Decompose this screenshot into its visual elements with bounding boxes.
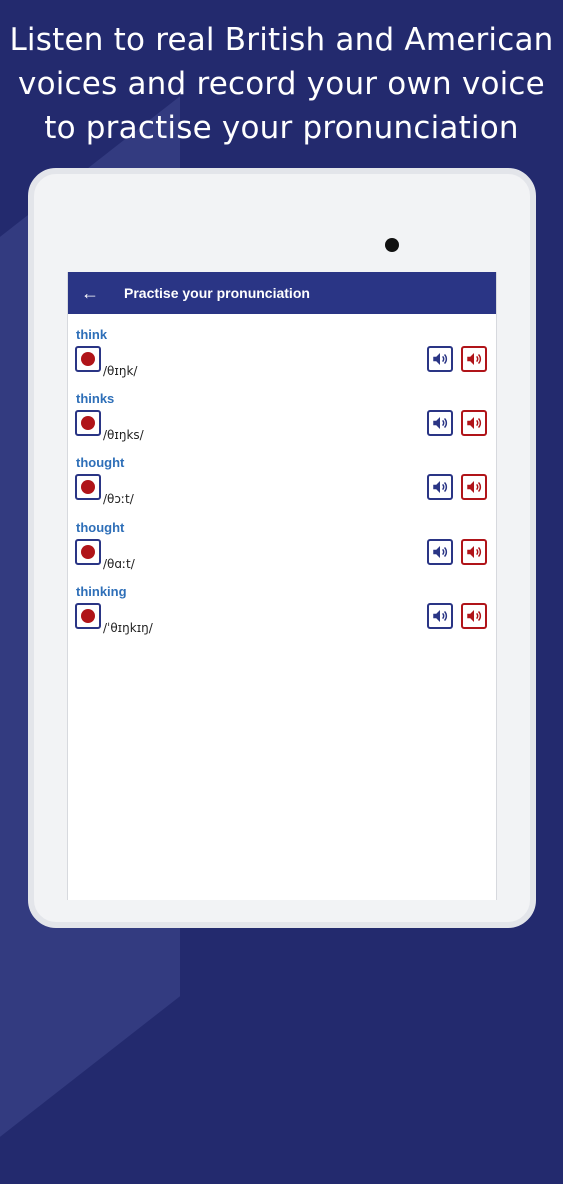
promo-headline: Listen to real British and American voic… [0,18,563,150]
phonetic-text: /θɑːt/ [103,556,135,571]
phonetic-text: /θɪŋks/ [103,428,144,443]
word-item: thought /θɔːt/ [68,450,496,514]
speaker-icon [467,353,482,365]
back-button[interactable]: ← [68,272,112,314]
american-audio-button[interactable] [461,602,487,629]
british-audio-button[interactable] [427,410,453,437]
word-item: thinks /θɪŋks/ [68,386,496,450]
speaker-icon [433,353,448,365]
speaker-icon [433,609,448,622]
record-button[interactable] [75,410,101,437]
american-audio-button[interactable] [461,474,487,501]
tablet-camera [385,238,399,252]
word-label[interactable]: thought [76,455,124,470]
british-audio-button[interactable] [427,346,453,372]
british-audio-button[interactable] [427,602,453,629]
app-bar: ← Practise your pronunciation [68,272,496,314]
british-audio-button[interactable] [427,538,453,565]
word-item: thought /θɑːt/ [68,515,496,579]
record-icon [81,480,95,495]
word-label[interactable]: thinking [76,584,127,599]
american-audio-button[interactable] [461,538,487,565]
word-label[interactable]: thinks [76,391,114,406]
record-icon [81,416,95,431]
headline-line-1: Listen to real British and American [9,22,554,58]
speaker-icon [467,609,482,622]
record-button[interactable] [75,538,101,565]
headline-line-3: to practise your pronunciation [44,110,519,146]
record-icon [81,608,95,623]
app-screen: ← Practise your pronunciation think /θɪŋ… [67,272,497,900]
word-item: thinking /ˈθɪŋkɪŋ/ [68,579,496,643]
headline-line-2: voices and record your own voice [18,66,545,102]
record-icon [81,544,95,559]
american-audio-button[interactable] [461,410,487,437]
arrow-left-icon: ← [81,282,99,303]
record-button[interactable] [75,602,101,629]
speaker-icon [467,417,482,430]
phonetic-text: /ˈθɪŋkɪŋ/ [103,620,153,635]
speaker-icon [433,417,448,430]
phonetic-text: /θɪŋk/ [103,364,138,378]
british-audio-button[interactable] [427,474,453,501]
speaker-icon [433,481,448,494]
phonetic-text: /θɔːt/ [103,492,134,507]
word-item: think /θɪŋk/ [68,322,496,386]
speaker-icon [433,545,448,558]
american-audio-button[interactable] [461,346,487,372]
speaker-icon [467,545,482,558]
record-button[interactable] [75,474,101,501]
word-label[interactable]: think [76,327,107,342]
word-list: think /θɪŋk/ thinks /θɪŋks/ thought /θɔː… [68,314,496,643]
record-button[interactable] [75,346,101,372]
record-icon [81,352,95,366]
page-title: Practise your pronunciation [124,285,310,301]
speaker-icon [467,481,482,494]
word-label[interactable]: thought [76,520,124,535]
